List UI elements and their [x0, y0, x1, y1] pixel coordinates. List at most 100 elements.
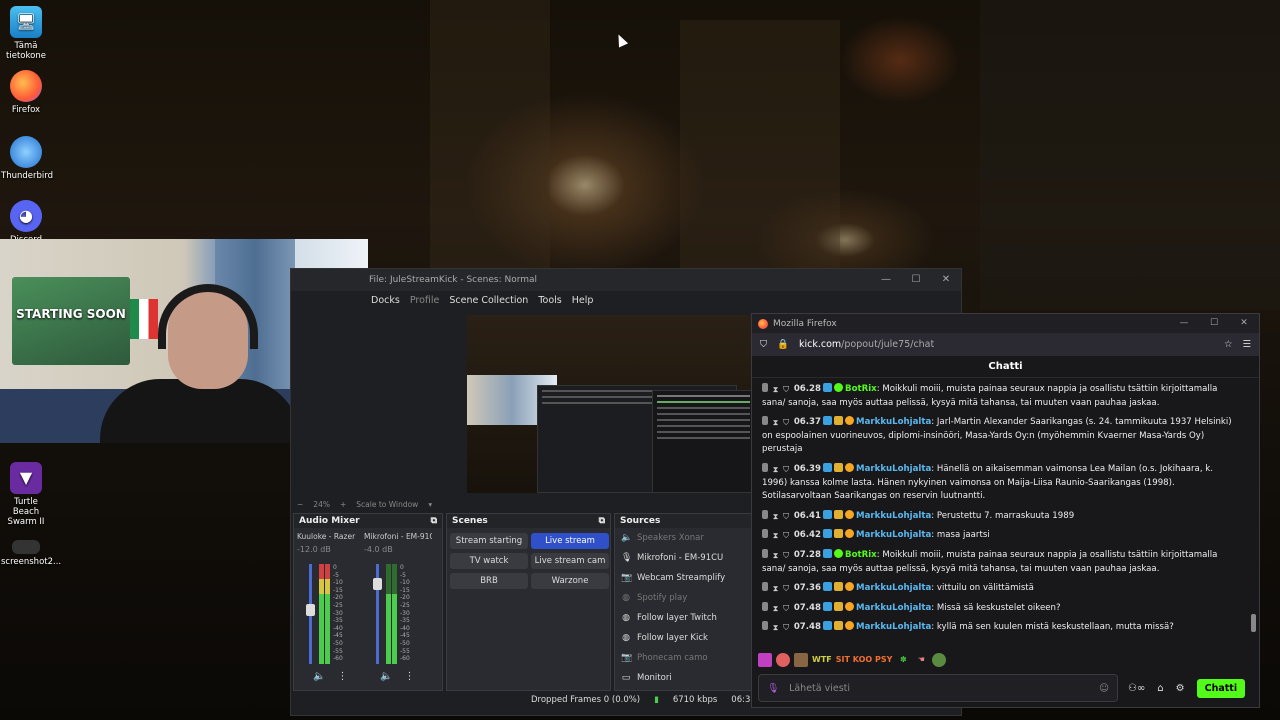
- close-icon[interactable]: ✕: [1229, 314, 1259, 333]
- menu-scene-collection[interactable]: Scene Collection: [449, 295, 528, 306]
- scene-tv-watck[interactable]: TV watck: [450, 553, 528, 569]
- firefox-titlebar[interactable]: Mozilla Firefox — ☐ ✕: [752, 314, 1259, 333]
- emote[interactable]: ✽: [896, 653, 910, 667]
- chat-message[interactable]: ⧗ ⛉ 06.42 MarkkuLohjalta: masa jaartsi: [752, 526, 1249, 546]
- hourglass-icon[interactable]: ⧗: [773, 463, 779, 474]
- minimize-icon[interactable]: —: [1169, 314, 1199, 333]
- scene-live-stream-cam[interactable]: Live stream cam: [531, 553, 609, 569]
- scene-stream-starting[interactable]: Stream starting: [450, 533, 528, 549]
- chat-username[interactable]: MarkkuLohjalta: [856, 622, 931, 632]
- chat-username[interactable]: MarkkuLohjalta: [856, 583, 931, 593]
- chat-message[interactable]: ⧗ ⛉ 07.28 BotRix: Moikkuli moiii, muista …: [752, 546, 1249, 579]
- menu-help[interactable]: Help: [572, 295, 594, 306]
- emote-sit-koo-psy[interactable]: SIT KOO PSY: [836, 653, 893, 667]
- hourglass-icon[interactable]: ⧗: [773, 529, 779, 540]
- speaker-icon[interactable]: 🔈: [313, 671, 325, 682]
- url-bar[interactable]: ⛉ 🔒 kick.com/popout/jule75/chat ☆ ☰: [752, 333, 1259, 356]
- chat-message[interactable]: ⧗ ⛉ 07.48 MarkkuLohjalta: Missä sä keskus…: [752, 599, 1249, 619]
- trash-icon[interactable]: [762, 416, 768, 426]
- desktop-icon-turtle-beach[interactable]: ▼ Turtle Beach Swarm II: [1, 462, 51, 527]
- hourglass-icon[interactable]: ⧗: [773, 383, 779, 394]
- maximize-icon[interactable]: ☐: [901, 269, 931, 291]
- minimize-icon[interactable]: —: [871, 269, 901, 291]
- shield-icon[interactable]: ⛉: [760, 339, 767, 350]
- hourglass-icon[interactable]: ⧗: [773, 621, 779, 632]
- shield-icon[interactable]: ⛉: [783, 383, 789, 394]
- trash-icon[interactable]: [762, 462, 768, 472]
- chat-username[interactable]: BotRix: [845, 550, 877, 560]
- trash-icon[interactable]: [762, 621, 768, 631]
- menu-docks[interactable]: Docks: [371, 295, 400, 306]
- scene-warzone[interactable]: Warzone: [531, 573, 609, 589]
- source-item[interactable]: 🎙 Mikrofoni - EM-91CU: [615, 548, 753, 568]
- menu-icon[interactable]: ☰: [1242, 339, 1251, 350]
- chat-message[interactable]: ⧗ ⛉ 06.39 MarkkuLohjalta: Hänellä on aika…: [752, 460, 1249, 507]
- source-item[interactable]: ◍ Follow layer Kick: [615, 628, 753, 648]
- desktop-icon-this-pc[interactable]: 🖥 Tämä tietokone: [1, 6, 51, 61]
- close-icon[interactable]: ✕: [931, 269, 961, 291]
- source-item[interactable]: ◍ Follow layer Twitch: [615, 608, 753, 628]
- dock-undock-icon[interactable]: ⧉: [599, 516, 605, 526]
- hourglass-icon[interactable]: ⧗: [773, 510, 779, 521]
- shield-icon[interactable]: ⛉: [783, 582, 789, 593]
- chat-username[interactable]: MarkkuLohjalta: [856, 511, 931, 521]
- chat-message[interactable]: ⧗ ⛉ 06.41 MarkkuLohjalta: Perustettu 7. m…: [752, 507, 1249, 527]
- emote[interactable]: [776, 653, 790, 667]
- dock-undock-icon[interactable]: ⧉: [431, 516, 437, 526]
- lock-icon[interactable]: 🔒: [777, 339, 789, 350]
- emote-wtf[interactable]: WTF: [812, 653, 832, 667]
- trash-icon[interactable]: [762, 529, 768, 539]
- hourglass-icon[interactable]: ⧗: [773, 549, 779, 560]
- scene-live-stream[interactable]: Live stream: [531, 533, 609, 549]
- trash-icon[interactable]: [762, 383, 768, 392]
- desktop-icon-screenshot[interactable]: screenshot2...: [1, 540, 61, 567]
- shield-icon[interactable]: ⛉: [783, 602, 789, 613]
- emote[interactable]: [794, 653, 808, 667]
- chat-message[interactable]: ⧗ ⛉ 06.28 BotRix: Moikkuli moiii, muista …: [752, 380, 1249, 413]
- emote[interactable]: [932, 653, 947, 667]
- desktop-icon-thunderbird[interactable]: Thunderbird: [1, 136, 53, 181]
- emote[interactable]: [758, 653, 772, 667]
- chat-username[interactable]: MarkkuLohjalta: [856, 530, 931, 540]
- trash-icon[interactable]: [762, 601, 768, 611]
- shield-icon[interactable]: ⛉: [783, 463, 789, 474]
- chat-input[interactable]: 🎙 Lähetä viesti ☺: [758, 674, 1118, 702]
- chat-message[interactable]: ⧗ ⛉ 07.48 MarkkuLohjalta: kyllä mä sen ku…: [752, 618, 1249, 638]
- scale-mode-select[interactable]: Scale to Window: [356, 500, 418, 509]
- bookmark-star-icon[interactable]: ☆: [1224, 339, 1233, 350]
- source-item[interactable]: ◍ Spotify play: [615, 588, 753, 608]
- source-item[interactable]: 📷 Webcam Streamplify: [615, 568, 753, 588]
- obs-titlebar[interactable]: File: JuleStreamKick - Scenes: Normal — …: [291, 269, 961, 291]
- menu-tools[interactable]: Tools: [538, 295, 561, 306]
- trash-icon[interactable]: [762, 548, 768, 558]
- gift-icon[interactable]: ⌂: [1157, 683, 1163, 694]
- shield-icon[interactable]: ⛉: [783, 549, 789, 560]
- emote[interactable]: ☚: [914, 653, 928, 667]
- hourglass-icon[interactable]: ⧗: [773, 602, 779, 613]
- shield-icon[interactable]: ⛉: [783, 529, 789, 540]
- chat-username[interactable]: MarkkuLohjalta: [856, 603, 931, 613]
- volume-slider[interactable]: [373, 564, 382, 664]
- send-chat-button[interactable]: Chatti: [1196, 679, 1246, 698]
- emoji-icon[interactable]: ☺: [1099, 683, 1109, 694]
- users-icon[interactable]: ⚇∞: [1128, 683, 1145, 694]
- chat-message[interactable]: ⧗ ⛉ 06.37 MarkkuLohjalta: Jarl-Martin Ale…: [752, 413, 1249, 460]
- zoom-out-button[interactable]: −: [297, 500, 303, 509]
- shield-icon[interactable]: ⛉: [783, 416, 789, 427]
- zoom-in-button[interactable]: +: [340, 500, 346, 509]
- shield-icon[interactable]: ⛉: [783, 621, 789, 632]
- source-item[interactable]: ▭ Monitori: [615, 668, 753, 688]
- source-item[interactable]: 📷 Phonecam camo: [615, 648, 753, 668]
- chevron-down-icon[interactable]: ▾: [428, 500, 432, 509]
- hourglass-icon[interactable]: ⧗: [773, 416, 779, 427]
- more-icon[interactable]: ⋮: [337, 671, 347, 682]
- mic-icon[interactable]: 🎙: [767, 683, 779, 694]
- shield-icon[interactable]: ⛉: [783, 510, 789, 521]
- chat-scrollbar[interactable]: [1251, 614, 1256, 632]
- speaker-icon[interactable]: 🔈: [380, 671, 392, 682]
- chat-username[interactable]: BotRix: [845, 384, 877, 394]
- chat-message[interactable]: ⧗ ⛉ 07.36 MarkkuLohjalta: vittuilu on väl…: [752, 579, 1249, 599]
- chat-username[interactable]: MarkkuLohjalta: [856, 464, 931, 474]
- volume-slider[interactable]: [306, 564, 315, 664]
- scene-brb[interactable]: BRB: [450, 573, 528, 589]
